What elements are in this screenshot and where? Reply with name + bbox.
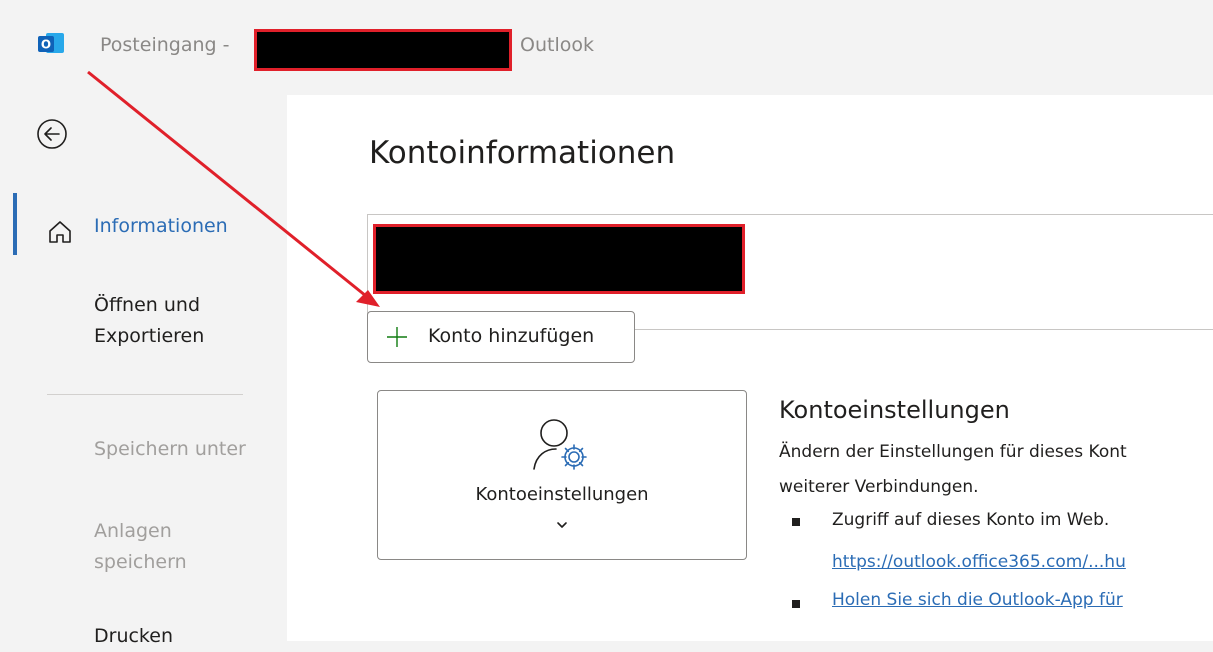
sidebar-item-informationen[interactable]: Informationen	[94, 211, 228, 242]
sidebar-item-anlagen-speichern[interactable]: Anlagen speichern	[94, 516, 187, 578]
redaction-box	[254, 29, 512, 71]
outlook-app-icon: O	[38, 33, 64, 53]
back-arrow-icon[interactable]	[36, 118, 68, 150]
section-description-line1: Ändern der Einstellungen für dieses Kont	[779, 442, 1127, 462]
add-account-label: Konto hinzufügen	[428, 325, 595, 347]
user-settings-icon	[533, 419, 587, 470]
title-bar: O Posteingang - Outlook	[0, 0, 1213, 95]
home-icon	[49, 221, 71, 243]
window-title-suffix: Outlook	[520, 34, 594, 56]
outlook-web-link[interactable]: https://outlook.office365.com/...hu	[832, 552, 1126, 572]
account-settings-tile[interactable]: Kontoeinstellungen	[377, 390, 747, 560]
selected-nav-indicator	[13, 193, 17, 255]
section-description-line2: weiterer Verbindungen.	[779, 477, 979, 497]
sidebar-item-oeffnen-exportieren[interactable]: Öffnen und Exportieren	[94, 290, 204, 352]
page-title: Kontoinformationen	[369, 135, 676, 171]
account-settings-tile-label: Kontoeinstellungen	[475, 484, 649, 505]
window-title-prefix: Posteingang -	[100, 34, 236, 56]
redaction-box	[373, 224, 745, 294]
sidebar-divider	[47, 394, 243, 395]
bullet-marker	[792, 600, 800, 608]
section-title: Kontoeinstellungen	[779, 396, 1010, 424]
add-account-button[interactable]: Konto hinzufügen	[367, 311, 635, 363]
chevron-down-icon	[557, 522, 567, 528]
svg-text:O: O	[41, 38, 51, 52]
get-outlook-app-link[interactable]: Holen Sie sich die Outlook-App für	[832, 590, 1123, 610]
sidebar-item-drucken[interactable]: Drucken	[94, 621, 173, 652]
plus-icon	[387, 327, 407, 347]
sidebar-item-speichern-unter[interactable]: Speichern unter	[94, 434, 246, 465]
bullet-marker	[792, 518, 800, 526]
bullet-text-web-access: Zugriff auf dieses Konto im Web.	[832, 510, 1110, 530]
